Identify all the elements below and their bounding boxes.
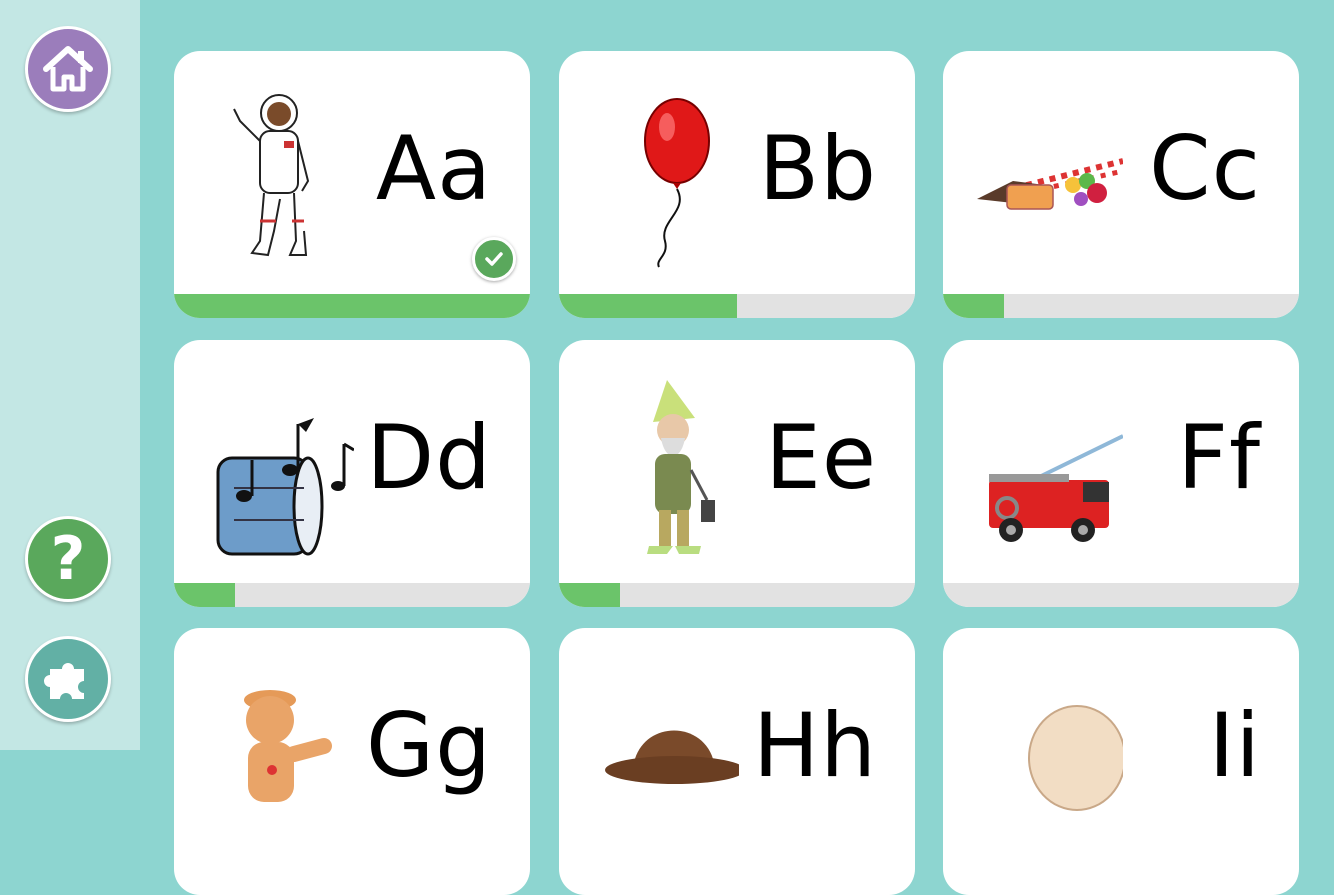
astronaut-image <box>204 81 354 271</box>
progress-bar <box>943 294 1299 318</box>
progress-bar <box>943 583 1299 607</box>
progress-bar <box>174 583 530 607</box>
letter-card-h[interactable]: Hh <box>559 628 915 895</box>
progress-bar <box>174 294 530 318</box>
letter-label: Dd <box>366 406 492 509</box>
letter-card-e[interactable]: Ee <box>559 340 915 607</box>
letter-label: Gg <box>365 694 492 797</box>
gingerbread-image <box>204 658 354 848</box>
letter-label: Ff <box>1177 406 1261 509</box>
progress-bar <box>559 294 915 318</box>
help-button[interactable]: ? <box>25 516 111 602</box>
letter-label: Aa <box>375 117 492 220</box>
sidebar: ? <box>0 0 140 750</box>
letter-label: Cc <box>1149 117 1261 220</box>
letter-card-c[interactable]: Cc <box>943 51 1299 318</box>
letter-label: Ii <box>1208 694 1261 797</box>
letter-card-i[interactable]: Ii <box>943 628 1299 895</box>
letter-card-a[interactable]: Aa <box>174 51 530 318</box>
letter-label: Ee <box>765 406 877 509</box>
firetruck-image <box>973 370 1123 560</box>
letter-label: Hh <box>753 694 877 797</box>
balloon-image <box>589 81 739 271</box>
hat-image <box>589 658 739 848</box>
letter-label: Bb <box>758 117 877 220</box>
infant-image <box>973 658 1123 848</box>
letter-card-g[interactable]: Gg <box>174 628 530 895</box>
letter-card-d[interactable]: Dd <box>174 340 530 607</box>
candy-image <box>973 81 1123 271</box>
letter-card-b[interactable]: Bb <box>559 51 915 318</box>
puzzle-button[interactable] <box>25 636 111 722</box>
question-mark-icon: ? <box>50 524 86 594</box>
completed-check-icon <box>472 237 516 281</box>
puzzle-icon <box>44 663 84 699</box>
progress-bar <box>559 583 915 607</box>
drum-image <box>204 370 354 560</box>
home-button[interactable] <box>25 26 111 112</box>
letter-card-f[interactable]: Ff <box>943 340 1299 607</box>
elf-image <box>589 370 739 560</box>
home-icon <box>43 46 93 92</box>
